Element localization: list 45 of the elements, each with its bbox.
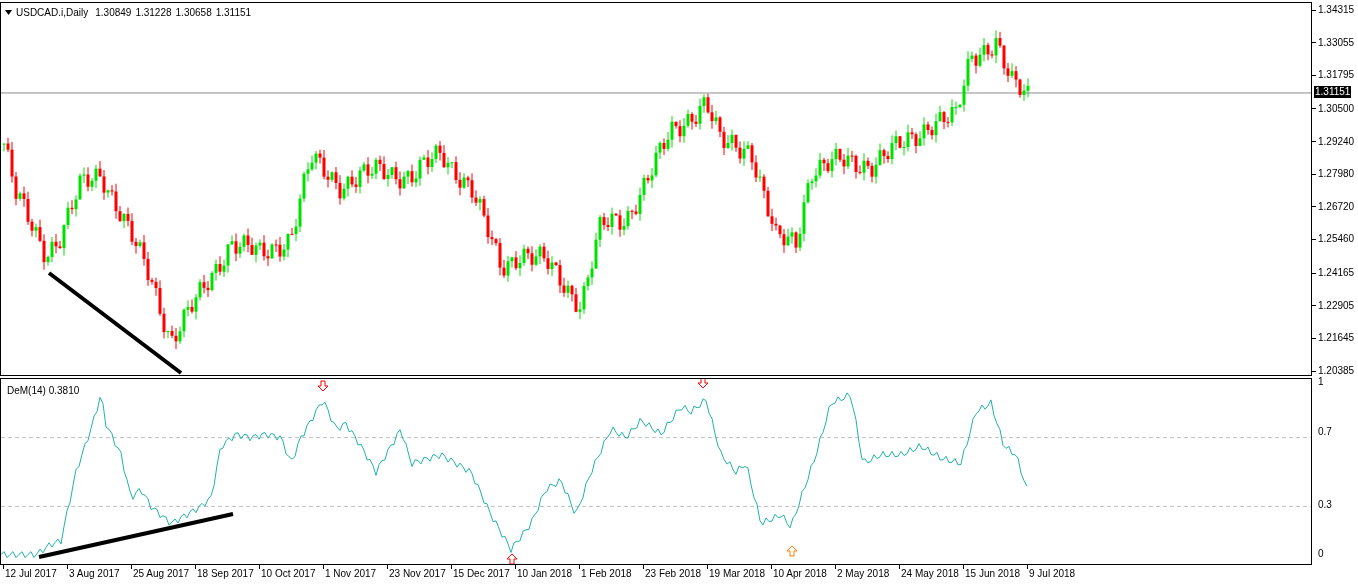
time-axis-label: 2 May 2018 <box>837 568 890 580</box>
price-axis-label: 1.31795 <box>1318 69 1355 82</box>
time-axis-label: 18 Sep 2017 <box>197 568 254 580</box>
time-axis-label: 23 Feb 2018 <box>645 568 702 580</box>
time-axis-label: 12 Jul 2017 <box>5 568 57 580</box>
caret-icon[interactable] <box>5 10 12 15</box>
time-axis-label: 24 May 2018 <box>901 568 959 580</box>
indicator-axis-label: 1 <box>1318 376 1324 388</box>
price-axis-label: 1.24165 <box>1318 267 1355 280</box>
price-value: 1.30658 <box>175 6 212 20</box>
time-axis-label: 1 Nov 2017 <box>325 568 377 580</box>
indicator-title: DeM(14) 0.3810 <box>7 384 80 398</box>
symbol-title: USDCAD.i,Daily <box>16 6 89 20</box>
time-axis-label: 10 Jan 2018 <box>517 568 573 580</box>
price-axis-label: 1.25460 <box>1318 233 1355 246</box>
price-axis-label: 1.22905 <box>1318 299 1355 312</box>
time-axis-label: 10 Oct 2017 <box>261 568 316 580</box>
up-arrow-icon <box>506 553 518 564</box>
price-axis-label: 1.34315 <box>1318 4 1355 16</box>
indicator-axis-label: 0.7 <box>1318 426 1332 438</box>
price-axis-label: 1.30500 <box>1318 102 1355 115</box>
time-axis-label: 15 Jun 2018 <box>965 568 1021 580</box>
time-axis-label: 19 Mar 2018 <box>709 568 766 580</box>
down-arrow-icon <box>317 380 329 392</box>
indicator-axis-label: 0 <box>1318 548 1324 560</box>
time-axis-label: 15 Dec 2017 <box>453 568 510 580</box>
indicator-axis-label: 0.3 <box>1318 499 1332 511</box>
price-axis-label: 1.21645 <box>1318 332 1355 345</box>
price-value: 1.31151 <box>215 6 252 20</box>
time-axis-label: 10 Apr 2018 <box>773 568 827 580</box>
price-axis-label: 1.26720 <box>1318 200 1355 213</box>
price-axis-label: 1.29240 <box>1318 135 1355 148</box>
time-axis-label: 3 Aug 2017 <box>69 568 120 580</box>
price-value: 1.31228 <box>135 6 172 20</box>
price-value: 1.30849 <box>95 6 132 20</box>
time-axis-label: 23 Nov 2017 <box>389 568 446 580</box>
up-arrow-icon <box>786 545 798 557</box>
time-axis-label: 9 Jul 2018 <box>1029 568 1076 580</box>
current-price-label: 1.31151 <box>1314 86 1352 98</box>
price-axis-label: 1.27980 <box>1318 168 1355 181</box>
price-axis-label: 1.20385 <box>1318 365 1355 377</box>
down-arrow-icon <box>697 379 709 389</box>
price-axis-label: 1.33055 <box>1318 36 1355 49</box>
time-axis-label: 25 Aug 2017 <box>133 568 190 580</box>
time-axis-label: 1 Feb 2018 <box>581 568 632 580</box>
